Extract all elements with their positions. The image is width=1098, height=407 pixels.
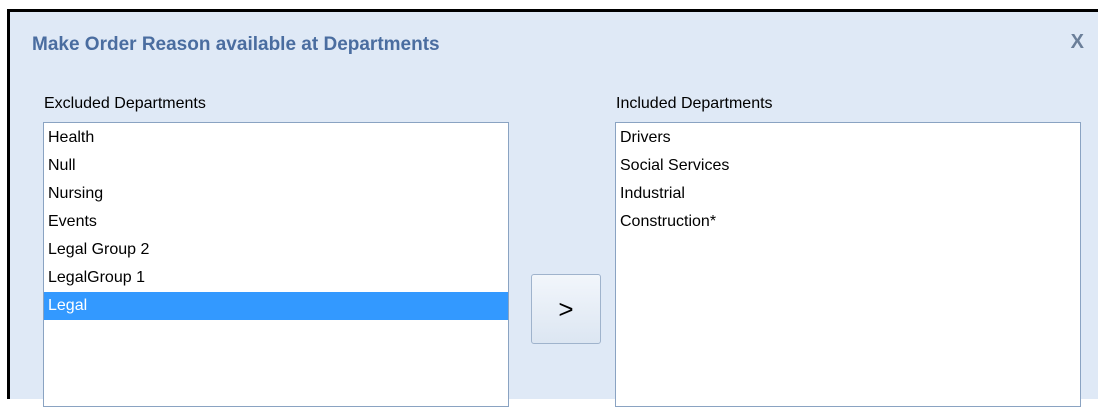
- list-item-selected[interactable]: Legal: [44, 292, 508, 320]
- dialog-title: Make Order Reason available at Departmen…: [32, 34, 440, 55]
- screen: Make Order Reason available at Departmen…: [0, 0, 1098, 407]
- list-item[interactable]: Nursing: [44, 180, 508, 208]
- list-item[interactable]: Construction*: [616, 208, 1080, 236]
- dialog-window: Make Order Reason available at Departmen…: [7, 9, 1098, 407]
- list-item[interactable]: Legal Group 2: [44, 236, 508, 264]
- list-item[interactable]: Null: [44, 152, 508, 180]
- close-icon[interactable]: X: [1071, 32, 1084, 52]
- included-departments-label: Included Departments: [616, 95, 773, 112]
- move-to-included-button[interactable]: >: [531, 274, 601, 344]
- list-item[interactable]: Events: [44, 208, 508, 236]
- list-item[interactable]: LegalGroup 1: [44, 264, 508, 292]
- list-item[interactable]: Drivers: [616, 124, 1080, 152]
- list-item[interactable]: Social Services: [616, 152, 1080, 180]
- included-departments-list[interactable]: Drivers Social Services Industrial Const…: [615, 122, 1081, 407]
- list-item[interactable]: Health: [44, 124, 508, 152]
- list-item[interactable]: Industrial: [616, 180, 1080, 208]
- excluded-departments-label: Excluded Departments: [44, 95, 206, 112]
- excluded-departments-list[interactable]: Health Null Nursing Events Legal Group 2…: [43, 122, 509, 407]
